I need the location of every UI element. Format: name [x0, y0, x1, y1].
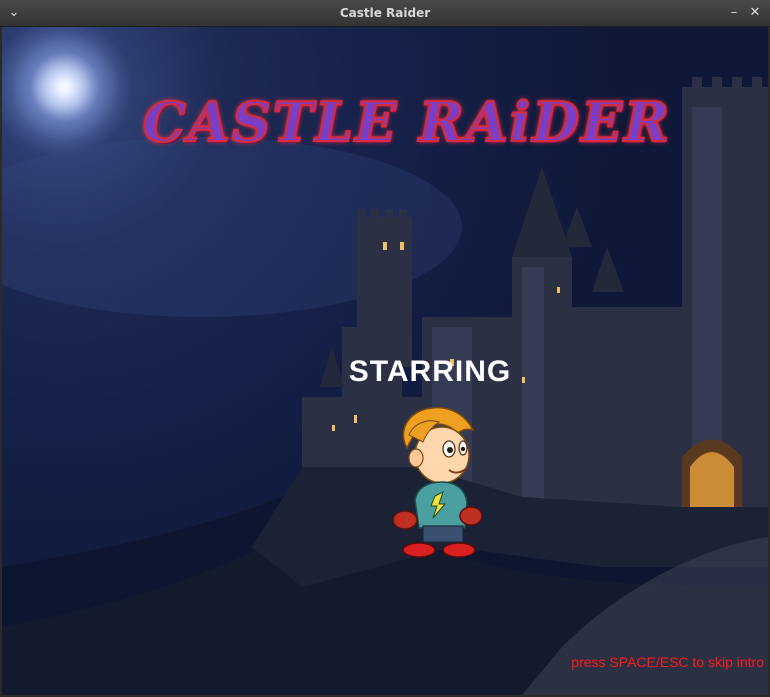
title-bar[interactable]: ⌄ Castle Raider – ✕ [0, 0, 770, 27]
skip-intro-hint: press SPACE/ESC to skip intro [571, 654, 764, 670]
game-logo: CASTLE RAiDER [142, 89, 672, 155]
hero-character [392, 406, 482, 558]
window-title: Castle Raider [339, 6, 431, 20]
minimize-icon[interactable]: – [724, 3, 744, 23]
app-window: ⌄ Castle Raider – ✕ CASTLE RAiDER STARRI… [0, 0, 770, 697]
game-canvas[interactable]: CASTLE RAiDER STARRING press SPACE/ESC t… [2, 27, 768, 695]
starring-label: STARRING [348, 355, 512, 388]
close-icon[interactable]: ✕ [745, 3, 765, 23]
